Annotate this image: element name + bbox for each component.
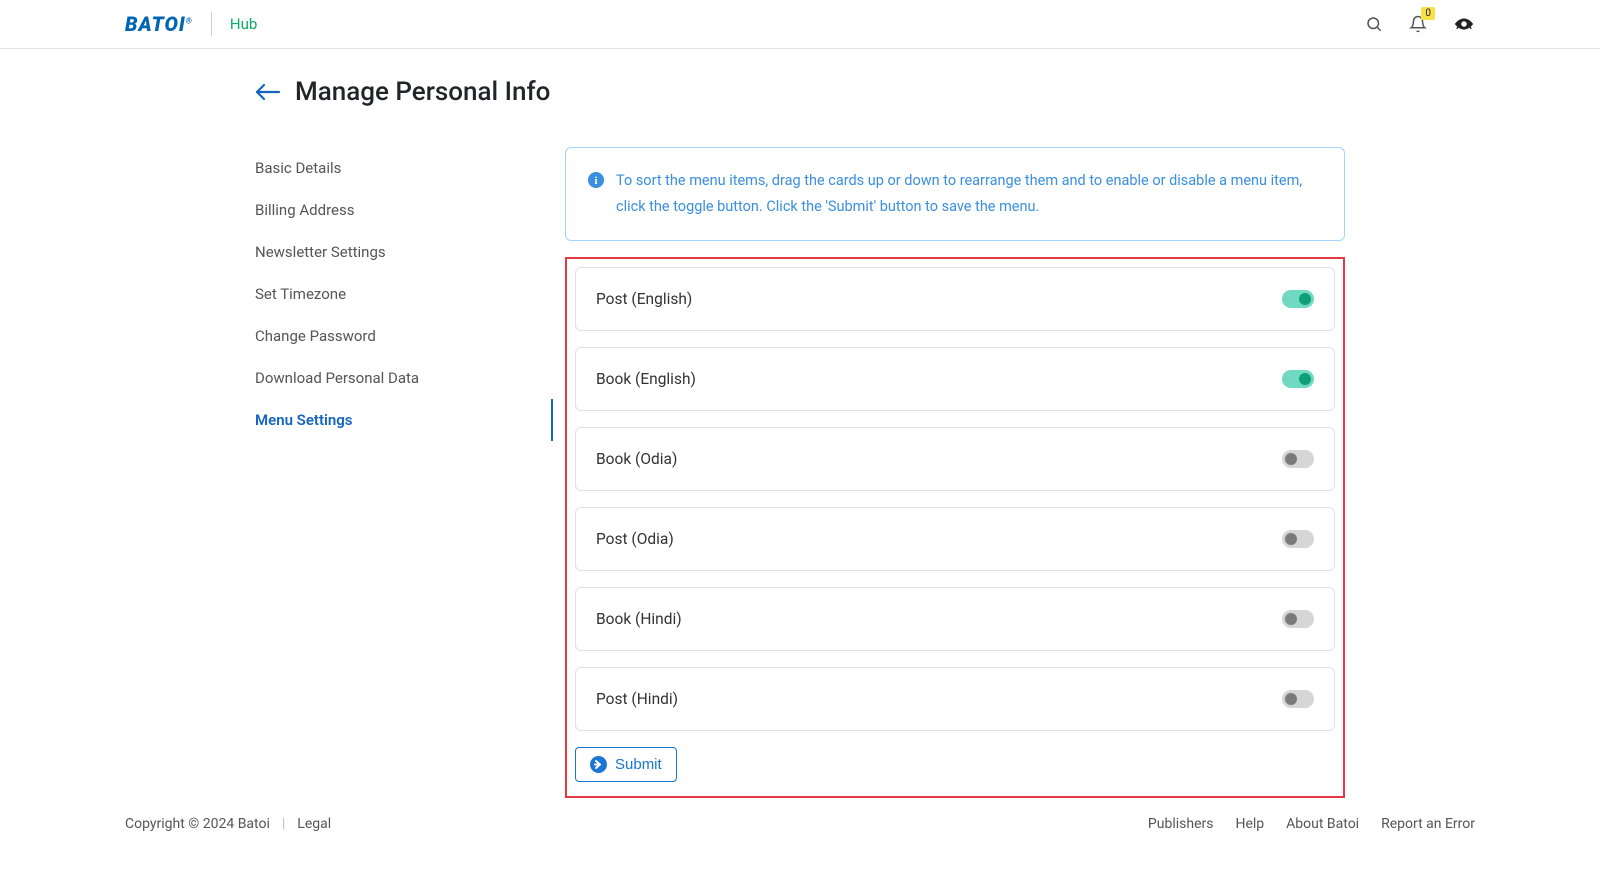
header: BATOI® Hub 0 xyxy=(0,0,1600,49)
bell-icon[interactable]: 0 xyxy=(1409,15,1427,33)
menu-card-label: Book (Odia) xyxy=(596,450,677,468)
main-area: i To sort the menu items, drag the cards… xyxy=(553,147,1345,798)
arrow-right-circle-icon xyxy=(590,756,607,773)
menu-card[interactable]: Post (Hindi) xyxy=(575,667,1335,731)
info-alert: i To sort the menu items, drag the cards… xyxy=(565,147,1345,241)
sidebar-item-basic-details[interactable]: Basic Details xyxy=(255,147,553,189)
footer-link-legal[interactable]: Legal xyxy=(297,816,331,832)
hub-label[interactable]: Hub xyxy=(230,15,257,33)
toggle-switch[interactable] xyxy=(1282,690,1314,708)
sidebar-item-newsletter-settings[interactable]: Newsletter Settings xyxy=(255,231,553,273)
footer-divider: | xyxy=(282,816,285,832)
toggle-switch[interactable] xyxy=(1282,290,1314,308)
menu-card[interactable]: Book (Hindi) xyxy=(575,587,1335,651)
logo[interactable]: BATOI® xyxy=(125,12,193,36)
submit-button[interactable]: Submit xyxy=(575,747,677,782)
toggle-switch[interactable] xyxy=(1282,530,1314,548)
notification-badge: 0 xyxy=(1421,7,1435,20)
footer-link-help[interactable]: Help xyxy=(1235,816,1264,832)
sidebar: Basic Details Billing Address Newsletter… xyxy=(255,147,553,798)
header-right: 0 xyxy=(1365,15,1475,33)
footer-right: Publishers Help About Batoi Report an Er… xyxy=(1148,816,1475,832)
footer-link-report-error[interactable]: Report an Error xyxy=(1381,816,1475,832)
toggle-switch[interactable] xyxy=(1282,610,1314,628)
menu-card-label: Book (Hindi) xyxy=(596,610,682,628)
footer: Copyright © 2024 Batoi | Legal Publisher… xyxy=(0,798,1600,850)
menu-card-label: Book (English) xyxy=(596,370,696,388)
footer-link-about[interactable]: About Batoi xyxy=(1286,816,1359,832)
page-title-row: Manage Personal Info xyxy=(255,77,1345,107)
back-arrow-icon[interactable] xyxy=(255,82,281,102)
menu-card[interactable]: Book (English) xyxy=(575,347,1335,411)
highlight-box: Post (English) Book (English) Book (Odia… xyxy=(565,257,1345,798)
sidebar-item-download-personal-data[interactable]: Download Personal Data xyxy=(255,357,553,399)
sidebar-item-change-password[interactable]: Change Password xyxy=(255,315,553,357)
page-container: Manage Personal Info Basic Details Billi… xyxy=(130,49,1470,798)
menu-card-label: Post (Hindi) xyxy=(596,690,678,708)
content-row: Basic Details Billing Address Newsletter… xyxy=(255,147,1345,798)
footer-link-publishers[interactable]: Publishers xyxy=(1148,816,1214,832)
sidebar-item-set-timezone[interactable]: Set Timezone xyxy=(255,273,553,315)
footer-left: Copyright © 2024 Batoi | Legal xyxy=(125,816,331,832)
info-icon: i xyxy=(588,172,604,188)
menu-card-label: Post (English) xyxy=(596,290,692,308)
menu-card[interactable]: Book (Odia) xyxy=(575,427,1335,491)
toggle-switch[interactable] xyxy=(1282,450,1314,468)
toggle-switch[interactable] xyxy=(1282,370,1314,388)
menu-card[interactable]: Post (English) xyxy=(575,267,1335,331)
search-icon[interactable] xyxy=(1365,15,1383,33)
submit-button-label: Submit xyxy=(615,756,662,773)
menu-card-label: Post (Odia) xyxy=(596,530,674,548)
copyright-text: Copyright © 2024 Batoi xyxy=(125,816,270,832)
info-alert-text: To sort the menu items, drag the cards u… xyxy=(616,168,1322,220)
sidebar-item-menu-settings[interactable]: Menu Settings xyxy=(255,399,553,441)
sidebar-item-billing-address[interactable]: Billing Address xyxy=(255,189,553,231)
page-title: Manage Personal Info xyxy=(295,77,550,107)
svg-text:i: i xyxy=(594,175,597,187)
header-left: BATOI® Hub xyxy=(125,12,257,36)
eye-icon[interactable] xyxy=(1453,15,1475,33)
menu-card[interactable]: Post (Odia) xyxy=(575,507,1335,571)
divider xyxy=(211,12,212,36)
